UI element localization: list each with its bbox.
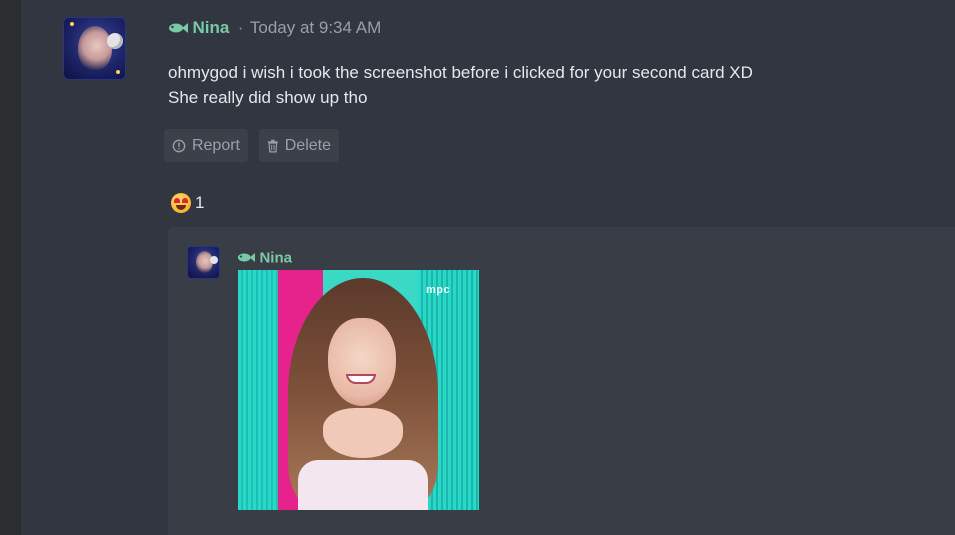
image-watermark: mpc [426, 284, 451, 296]
image-subject [298, 460, 428, 510]
quoted-avatar[interactable] [187, 246, 220, 279]
message-header: Nina · Today at 9:34 AM [168, 18, 381, 40]
gif-image[interactable]: mpc [238, 270, 479, 510]
trash-icon [267, 139, 278, 152]
fish-icon [169, 23, 188, 33]
reaction-count: 1 [195, 193, 205, 212]
image-subject [328, 318, 396, 406]
alert-circle-icon [172, 139, 186, 152]
chat-view: Nina · Today at 9:34 AM ohmygod i wish i… [0, 0, 955, 535]
moon-icon [210, 256, 218, 264]
report-label: Report [191, 136, 240, 154]
avatar-portrait [78, 26, 112, 70]
message: Nina · Today at 9:34 AM ohmygod i wish i… [21, 0, 955, 535]
moon-icon [107, 33, 123, 49]
reaction-star-struck[interactable]: 1 [171, 190, 204, 216]
message-text-line: She really did show up tho [168, 88, 368, 107]
message-timestamp: Today at 9:34 AM [249, 18, 382, 37]
delete-label: Delete [284, 136, 331, 154]
star-icon [116, 70, 120, 74]
quoted-author-name[interactable]: Nina [259, 249, 292, 266]
quoted-header: Nina [237, 249, 292, 267]
author-name[interactable]: Nina [192, 18, 229, 37]
report-button[interactable]: Report [164, 129, 248, 162]
quoted-message-card[interactable]: Nina mpc [168, 227, 955, 535]
image-subject [323, 408, 403, 458]
delete-button[interactable]: Delete [259, 129, 339, 162]
header-separator: · [237, 18, 244, 37]
avatar[interactable] [63, 17, 126, 80]
fish-icon [237, 253, 255, 263]
left-gutter [0, 0, 21, 535]
star-icon [70, 22, 74, 26]
star-struck-emoji-icon [171, 193, 191, 213]
message-text-line: ohmygod i wish i took the screenshot bef… [168, 63, 753, 82]
